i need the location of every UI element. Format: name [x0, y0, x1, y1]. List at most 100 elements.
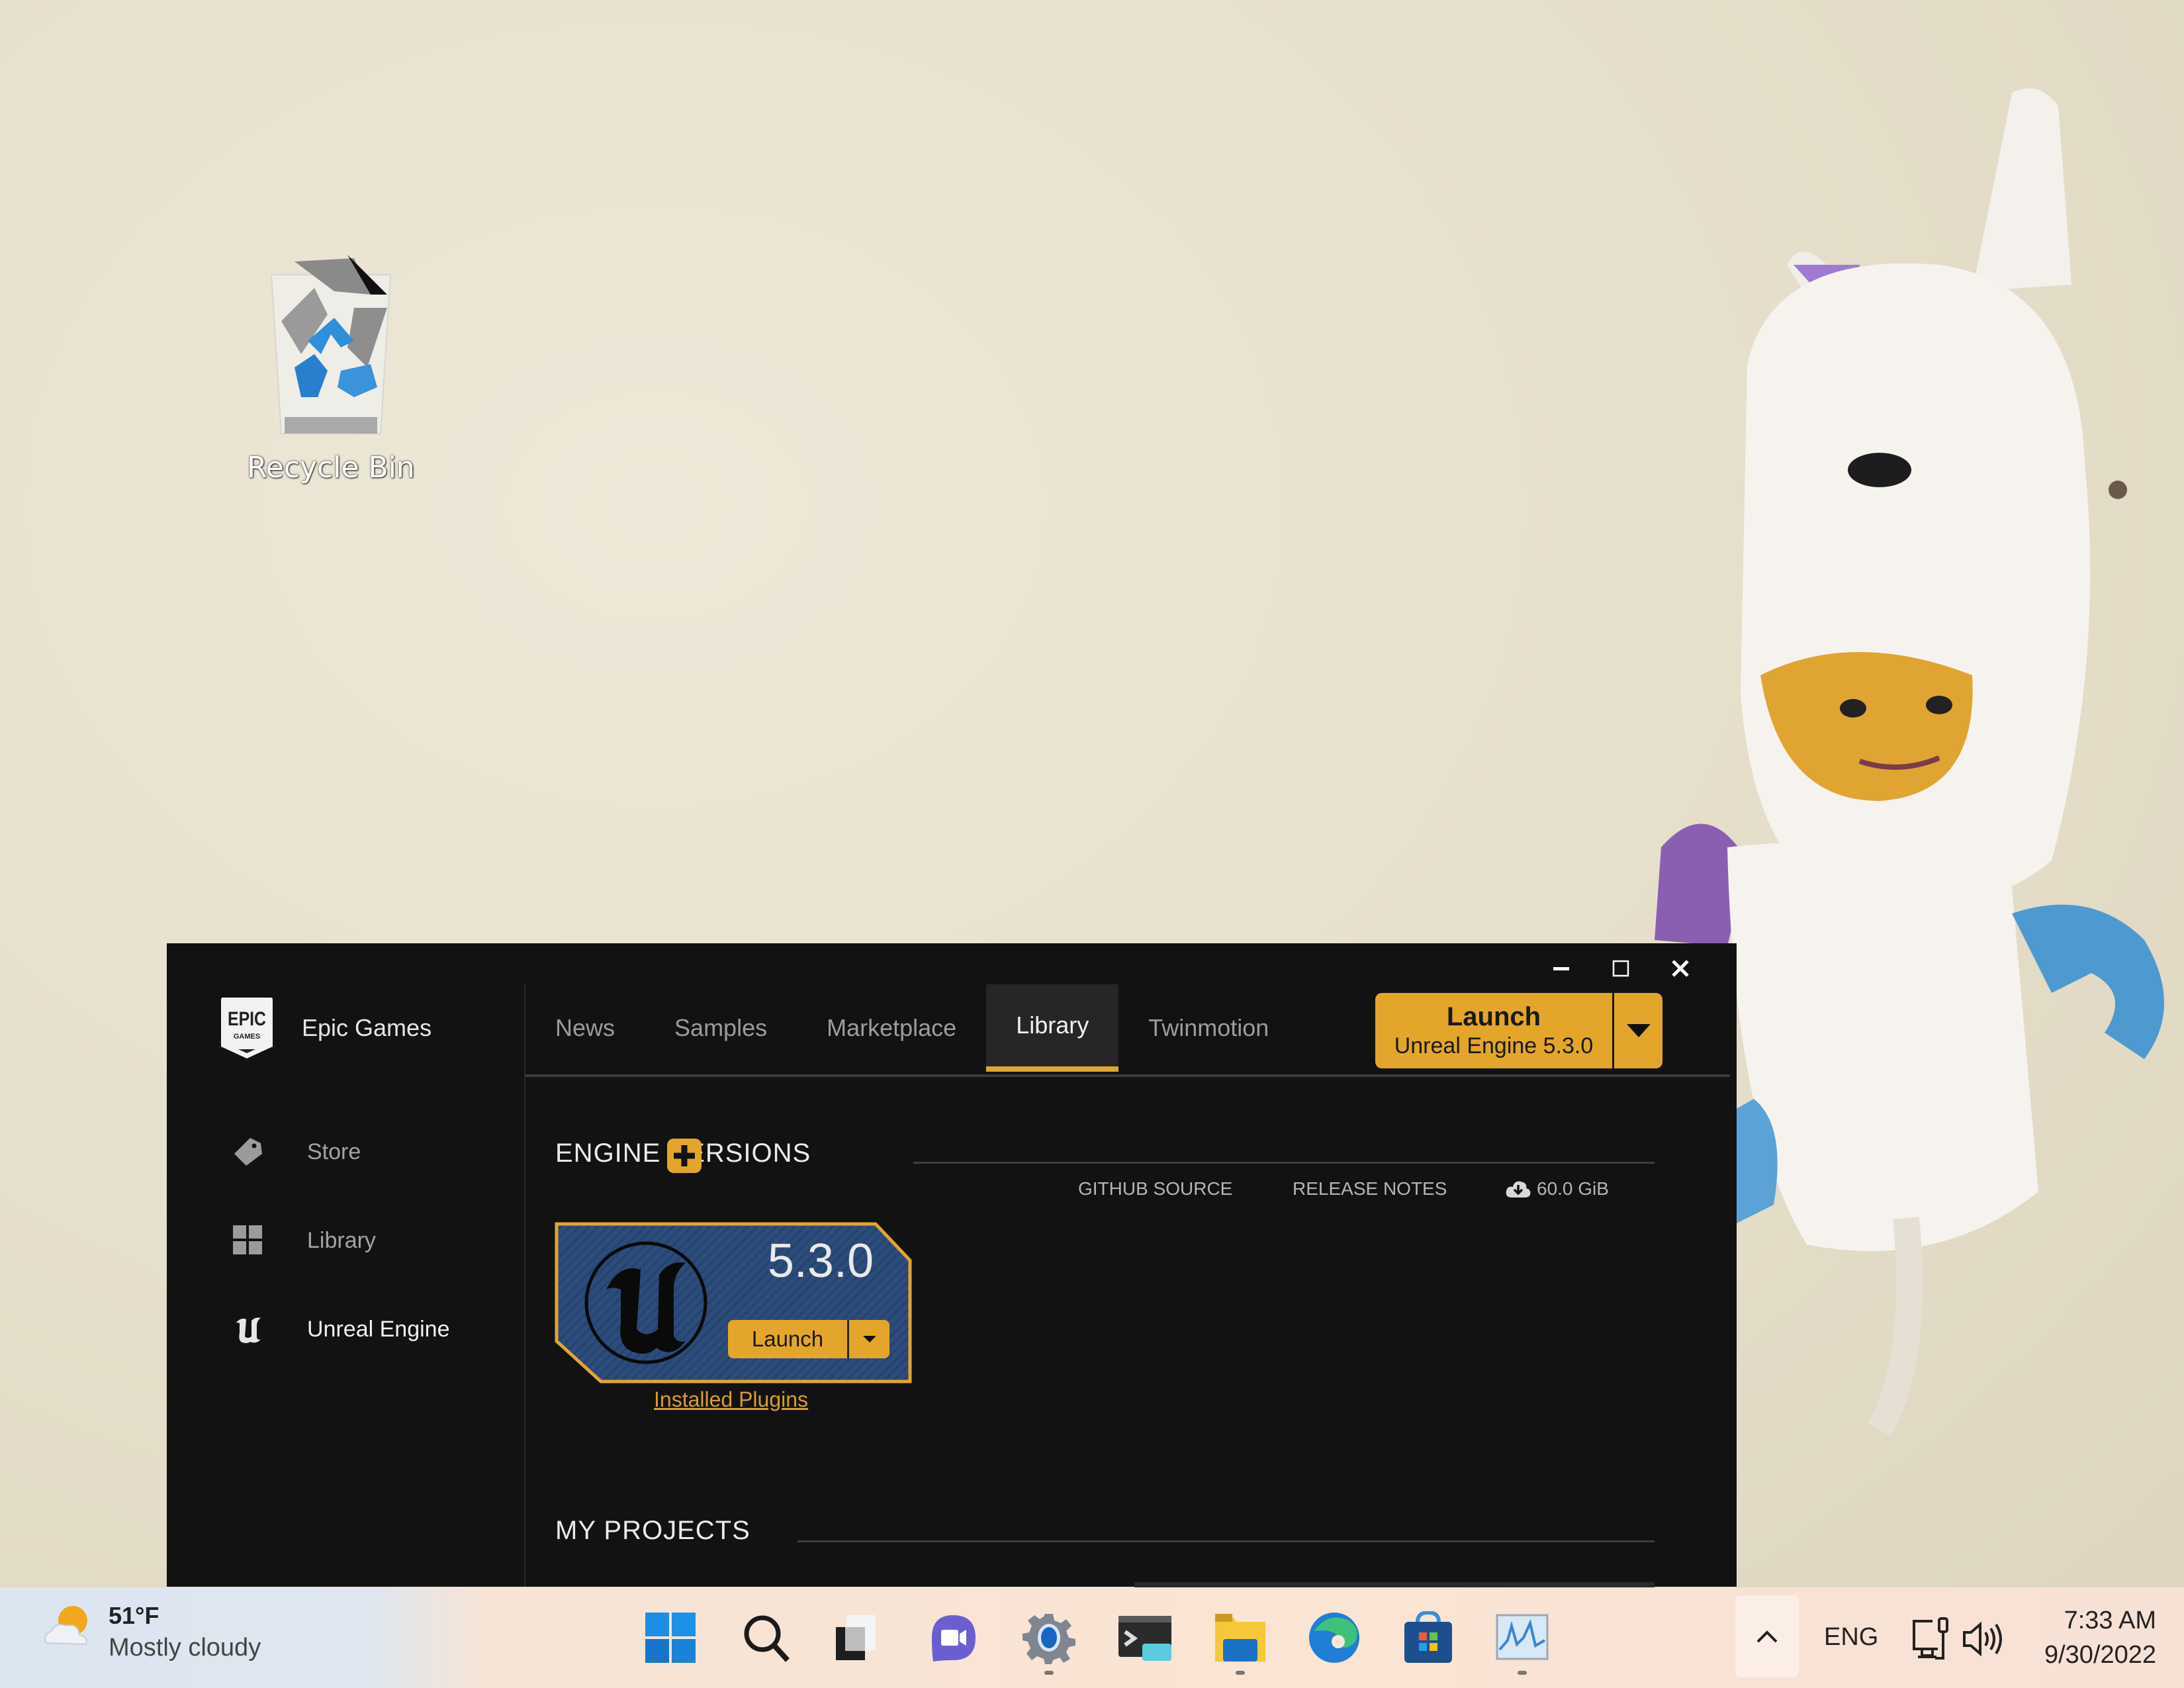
system-clock[interactable]: 7:33 AM 9/30/2022 — [2044, 1603, 2156, 1672]
engine-launch-button[interactable]: Launch — [728, 1320, 889, 1358]
tabs-underline — [525, 1074, 1730, 1077]
release-notes-link[interactable]: RELEASE NOTES — [1293, 1178, 1447, 1199]
input-language[interactable]: ENG — [1824, 1623, 1878, 1652]
chevron-up-icon — [1756, 1630, 1778, 1643]
performance-monitor-icon — [1496, 1614, 1549, 1660]
sidebar-item-library[interactable]: Library — [233, 1225, 376, 1256]
tab-label: Library — [1016, 1011, 1089, 1039]
svg-text:GAMES: GAMES — [234, 1033, 260, 1041]
launch-dropdown-button[interactable] — [1614, 993, 1662, 1068]
volume-control[interactable] — [1956, 1613, 2009, 1665]
tag-icon — [234, 1138, 262, 1166]
recycle-bin-label: Recycle Bin — [247, 451, 415, 485]
my-projects-divider — [797, 1540, 1655, 1542]
tab-label: Samples — [674, 1014, 768, 1041]
launch-main[interactable]: Launch Unreal Engine 5.3.0 — [1375, 993, 1614, 1068]
minimize-button[interactable] — [1545, 952, 1578, 985]
install-size: 60.0 GiB — [1505, 1178, 1609, 1199]
search-icon — [744, 1615, 790, 1662]
tab-label: Marketplace — [827, 1014, 957, 1041]
minimize-icon — [1553, 967, 1569, 970]
unreal-engine-logo-icon — [584, 1241, 707, 1364]
terminal-icon — [1118, 1616, 1171, 1661]
show-hidden-icons-button[interactable] — [1735, 1595, 1799, 1677]
github-source-link[interactable]: GITHUB SOURCE — [1078, 1178, 1232, 1199]
engine-launch-label: Launch — [751, 1327, 824, 1351]
engine-launch-main[interactable]: Launch — [728, 1320, 849, 1358]
speaker-volume-icon — [1963, 1621, 2002, 1657]
weather-widget[interactable]: 51°F Mostly cloudy — [40, 1602, 261, 1662]
close-button[interactable] — [1664, 952, 1697, 985]
taskbar-teams-chat[interactable] — [927, 1611, 979, 1664]
recycle-bin-icon — [270, 255, 392, 434]
tab-samples[interactable]: Samples — [645, 984, 797, 1072]
taskbar: 51°F Mostly cloudy ENG 7:33 AM 9/30/2022 — [0, 1587, 2184, 1688]
sidebar-item-label: Store — [307, 1139, 361, 1164]
sidebar-item-label: Library — [307, 1227, 376, 1253]
link-label: RELEASE NOTES — [1293, 1178, 1447, 1199]
tab-marketplace[interactable]: Marketplace — [797, 984, 986, 1072]
tab-twinmotion[interactable]: Twinmotion — [1118, 984, 1298, 1072]
my-projects-title: MY PROJECTS — [555, 1516, 751, 1545]
partly-cloudy-icon — [44, 1606, 87, 1646]
launch-unreal-button[interactable]: Launch Unreal Engine 5.3.0 — [1375, 993, 1662, 1068]
settings-gear-icon — [1023, 1614, 1075, 1664]
epic-games-launcher-window: EPIC GAMES Epic Games Store Library Unre… — [167, 943, 1737, 1587]
tab-news[interactable]: News — [525, 984, 645, 1072]
brand[interactable]: EPIC GAMES Epic Games — [220, 996, 432, 1060]
tab-label: News — [555, 1014, 615, 1041]
engine-launch-dropdown[interactable] — [849, 1320, 889, 1358]
weather-condition: Mostly cloudy — [109, 1634, 261, 1662]
taskbar-edge[interactable] — [1308, 1611, 1361, 1664]
maximize-button[interactable] — [1604, 952, 1637, 985]
engine-version-number: 5.3.0 — [767, 1235, 874, 1288]
taskbar-start[interactable] — [644, 1611, 697, 1664]
epic-games-logo-icon: EPIC GAMES — [221, 998, 273, 1058]
taskbar-settings[interactable] — [1023, 1611, 1075, 1664]
folder-icon — [1215, 1614, 1265, 1662]
maximize-icon — [1612, 960, 1629, 977]
running-indicator — [1044, 1671, 1054, 1675]
engine-version-card: 5.3.0 Launch — [555, 1222, 912, 1383]
chat-icon — [932, 1615, 976, 1662]
unreal-logo-icon — [236, 1317, 261, 1343]
sidebar-item-label: Unreal Engine — [307, 1316, 450, 1342]
window-controls — [1545, 949, 1697, 988]
launch-label: Launch — [1446, 1002, 1541, 1031]
taskbar-file-explorer[interactable] — [1214, 1611, 1267, 1664]
clock-date: 9/30/2022 — [2044, 1641, 2156, 1669]
link-label: GITHUB SOURCE — [1078, 1178, 1233, 1199]
launch-sublabel: Unreal Engine 5.3.0 — [1394, 1033, 1594, 1058]
caret-down-icon — [862, 1336, 876, 1342]
network-status[interactable] — [1906, 1613, 1959, 1665]
taskbar-terminal[interactable] — [1118, 1611, 1171, 1664]
weather-temp: 51°F — [109, 1602, 159, 1629]
wired-network-icon — [1913, 1617, 1948, 1660]
running-indicator — [1518, 1671, 1527, 1675]
windows-start-icon — [645, 1613, 696, 1663]
top-tabs: News Samples Marketplace Library Twinmot… — [525, 984, 1298, 1077]
running-indicator — [1236, 1671, 1245, 1675]
taskbar-search[interactable] — [740, 1611, 793, 1664]
tab-label: Twinmotion — [1148, 1014, 1269, 1041]
taskbar-task-view[interactable] — [831, 1611, 884, 1664]
sidebar-item-unreal-engine[interactable]: Unreal Engine — [233, 1314, 449, 1344]
taskbar-performance-monitor[interactable] — [1496, 1611, 1549, 1664]
sidebar-item-store[interactable]: Store — [233, 1137, 361, 1167]
caret-down-icon — [1626, 1024, 1651, 1037]
desktop-icon-recycle-bin[interactable]: Recycle Bin — [238, 255, 424, 485]
engine-versions-divider — [913, 1162, 1655, 1164]
clock-time: 7:33 AM — [2064, 1607, 2156, 1634]
tab-library[interactable]: Library — [986, 984, 1119, 1072]
install-size-value: 60.0 GiB — [1537, 1178, 1609, 1199]
installed-plugins-link[interactable]: Installed Plugins — [654, 1387, 808, 1412]
sidebar: EPIC GAMES Epic Games Store Library Unre… — [167, 943, 524, 1587]
edge-browser-icon — [1309, 1613, 1359, 1663]
grid-icon — [233, 1225, 262, 1254]
close-icon — [1672, 960, 1689, 977]
add-engine-version-button[interactable] — [666, 1137, 703, 1174]
task-view-icon — [836, 1615, 876, 1660]
brand-name: Epic Games — [302, 1014, 432, 1041]
taskbar-microsoft-store[interactable] — [1402, 1611, 1455, 1664]
cloud-download-icon — [1506, 1181, 1531, 1197]
